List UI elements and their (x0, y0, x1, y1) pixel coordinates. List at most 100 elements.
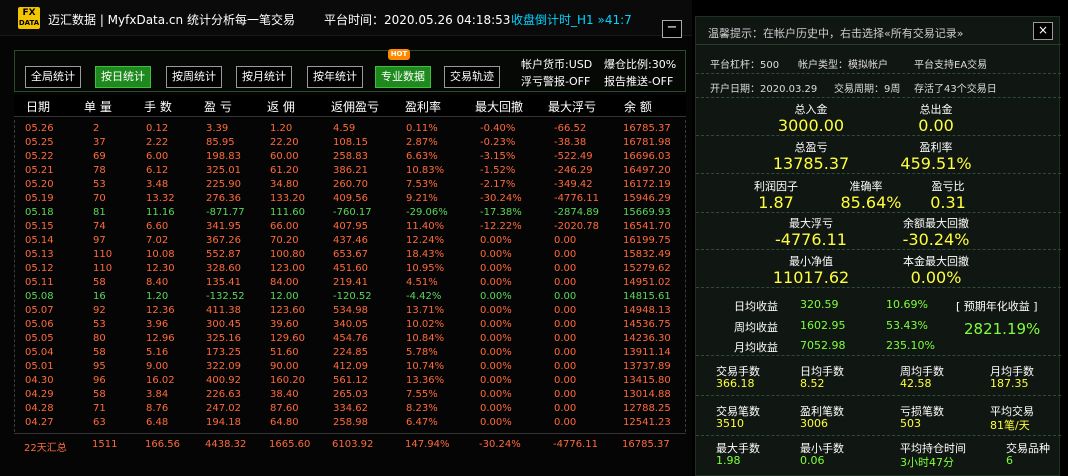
min-equity-value: 11017.62 (772, 268, 850, 287)
tab-trade-track[interactable]: 交易轨迹 (444, 66, 500, 88)
cell-pnl: 367.26 (206, 235, 241, 246)
cell-rebate-pnl: 4.59 (333, 123, 356, 134)
cell-balance: 16172.19 (623, 179, 671, 190)
weekly-lots-value: 42.58 (900, 377, 932, 390)
table-header: 日期 单 量 手 数 盈 亏 返 佣 返佣盈亏 盈利率 最大回撤 最大浮亏 余 … (14, 95, 686, 117)
logo-top-text: FX (22, 8, 36, 18)
tab-pro-data[interactable]: 专业数据 (375, 66, 431, 88)
table-row[interactable]: 05.25 37 2.22 85.95 22.20 108.15 2.87% -0.23% -3… (15, 136, 687, 150)
cell-profit-rate: 4.51% (406, 277, 438, 288)
cell-lots: 12.30 (146, 263, 175, 274)
float-loss-alert[interactable]: 浮亏警报-OFF (521, 73, 590, 89)
cell-pnl: 247.02 (206, 403, 241, 414)
profit-rate-value: 459.51% (900, 154, 972, 173)
table-row[interactable]: 05.19 70 13.32 276.36 133.20 409.56 9.21% -30.2… (15, 192, 687, 206)
pro-data-panel: 温馨提示：在帐户历史中，右击选择«所有交易记录» × 平台杠杆：500 帐户类型… (695, 16, 1061, 476)
cell-pnl: 325.16 (206, 333, 241, 344)
cell-pnl: 173.25 (206, 347, 241, 358)
cell-max-drawdown: 0.00% (480, 235, 512, 246)
cell-max-drawdown: 0.00% (480, 361, 512, 372)
cell-max-float-loss: 0.00 (554, 375, 577, 386)
table-row[interactable]: 05.05 80 12.96 325.16 129.60 454.76 10.84% 0.00… (15, 332, 687, 346)
cell-balance: 16199.75 (623, 235, 671, 246)
cell-profit-rate: 13.36% (406, 375, 445, 386)
max-balance-dd-label: 余额最大回撤 (903, 217, 969, 230)
cell-orders: 69 (93, 151, 106, 162)
cell-balance: 16785.37 (623, 123, 671, 134)
tab-weekly-stats[interactable]: 按周统计 (166, 66, 222, 88)
loss-trades-value: 503 (900, 417, 921, 430)
tab-global-stats[interactable]: 全局统计 (25, 66, 81, 88)
cell-max-drawdown: 0.00% (480, 333, 512, 344)
cell-rebate-pnl: 260.70 (333, 179, 368, 190)
cell-rebate-pnl: 108.15 (333, 137, 368, 148)
cell-profit-rate: -29.06% (406, 207, 448, 218)
cell-lots: 12.96 (146, 333, 175, 344)
table-row[interactable]: 04.30 96 16.02 400.92 160.20 561.12 13.36% 0.00… (15, 374, 687, 388)
cell-rebate-pnl: 412.09 (333, 361, 368, 372)
ea-support: 平台支持EA交易 (914, 60, 988, 71)
accuracy-label: 准确率 (849, 180, 883, 193)
cell-max-float-loss: -2874.89 (554, 207, 599, 218)
table-row[interactable]: 05.14 97 7.02 367.26 70.20 437.46 12.24% 0.00% 0… (15, 234, 687, 248)
report-push[interactable]: 报告推送-OFF (604, 73, 673, 89)
hot-badge: HOT (388, 49, 410, 60)
cell-rebate: 87.60 (270, 403, 299, 414)
daily-lots-value: 8.52 (800, 377, 825, 390)
table-row[interactable]: 05.26 2 0.12 3.39 1.20 4.59 0.11% -0.40% -66.52 1… (15, 122, 687, 136)
cell-date: 04.29 (25, 389, 54, 400)
table-row[interactable]: 05.13 110 10.08 552.87 100.80 653.67 18.43% 0.0… (15, 248, 687, 262)
table-row[interactable]: 05.08 16 1.20 -132.52 12.00 -120.52 -4.42% 0.00… (15, 290, 687, 304)
alive-days: 存活了43个交易日 (914, 84, 997, 95)
tab-yearly-stats[interactable]: 按年统计 (307, 66, 363, 88)
summary-cell: 22天汇总 (24, 443, 67, 454)
cell-max-drawdown: -3.15% (480, 151, 516, 162)
cell-pnl: 276.36 (206, 193, 241, 204)
cell-max-float-loss: 0.00 (554, 291, 577, 302)
divider (696, 97, 1061, 98)
cell-orders: 110 (93, 249, 113, 260)
table-row[interactable]: 05.07 92 12.36 411.38 123.60 534.98 13.71% 0.00… (15, 304, 687, 318)
cell-profit-rate: 0.11% (406, 123, 438, 134)
weekly-return-value: 1602.95 (800, 319, 846, 332)
tab-monthly-stats[interactable]: 按月统计 (236, 66, 292, 88)
minimize-button[interactable]: − (662, 20, 682, 38)
cell-max-drawdown: 0.00% (480, 319, 512, 330)
table-row[interactable]: 05.04 58 5.16 173.25 51.60 224.85 5.78% 0.00% 0.… (15, 346, 687, 360)
cell-max-drawdown: 0.00% (480, 305, 512, 316)
table-row[interactable]: 04.27 63 6.48 194.18 64.80 258.98 6.47% 0.00% 0.… (15, 416, 687, 430)
table-row[interactable]: 05.20 53 3.48 225.90 34.80 260.70 7.53% -2.17% -… (15, 178, 687, 192)
cell-date: 05.15 (25, 221, 54, 232)
cell-rebate: 34.80 (270, 179, 299, 190)
divider (696, 249, 1061, 250)
table-row[interactable]: 05.21 78 6.12 325.01 61.20 386.21 10.83% -1.52%… (15, 164, 687, 178)
symbols-value: 6 (1006, 454, 1013, 467)
cell-date: 05.07 (25, 305, 54, 316)
table-row[interactable]: 05.12 110 12.30 328.60 123.00 451.60 10.95% 0.0… (15, 262, 687, 276)
monthly-return-label: 月均收益 (734, 341, 778, 354)
table-row[interactable]: 05.15 74 6.60 341.95 66.00 407.95 11.40% -12.22… (15, 220, 687, 234)
cell-max-float-loss: 0.00 (554, 417, 577, 428)
cell-max-float-loss: 0.00 (554, 347, 577, 358)
principal-dd-label: 本金最大回撤 (903, 255, 969, 268)
cell-orders: 53 (93, 319, 106, 330)
tab-daily-stats[interactable]: 按日统计 (95, 66, 151, 88)
table-row[interactable]: 04.28 71 8.76 247.02 87.60 334.62 8.23% 0.00% 0.… (15, 402, 687, 416)
summary-cell: 147.94% (405, 439, 450, 450)
cell-max-float-loss: -522.49 (554, 151, 593, 162)
total-pnl-label: 总盈亏 (794, 141, 828, 154)
table-row[interactable]: 05.22 69 6.00 198.83 60.00 258.83 6.63% -3.15% -… (15, 150, 687, 164)
daily-return-pct: 10.69% (886, 298, 928, 311)
table-row[interactable]: 05.06 53 3.96 300.45 39.60 340.05 10.02% 0.00% 0… (15, 318, 687, 332)
cell-orders: 58 (93, 389, 106, 400)
table-row[interactable]: 05.18 81 11.16 -871.77 111.60 -760.17 -29.06% -… (15, 206, 687, 220)
cell-date: 05.04 (25, 347, 54, 358)
cell-date: 05.06 (25, 319, 54, 330)
close-button[interactable]: × (1033, 22, 1053, 40)
table-row[interactable]: 05.11 58 8.40 135.41 84.00 219.41 4.51% 0.00% 0.… (15, 276, 687, 290)
cell-lots: 9.00 (146, 361, 169, 372)
table-row[interactable]: 05.01 95 9.00 322.09 90.00 412.09 10.74% 0.00% 0… (15, 360, 687, 374)
table-row[interactable]: 04.29 58 3.84 226.63 38.40 265.03 7.55% 0.00% 0.… (15, 388, 687, 402)
cell-pnl: 198.83 (206, 151, 241, 162)
cell-orders: 58 (93, 347, 106, 358)
